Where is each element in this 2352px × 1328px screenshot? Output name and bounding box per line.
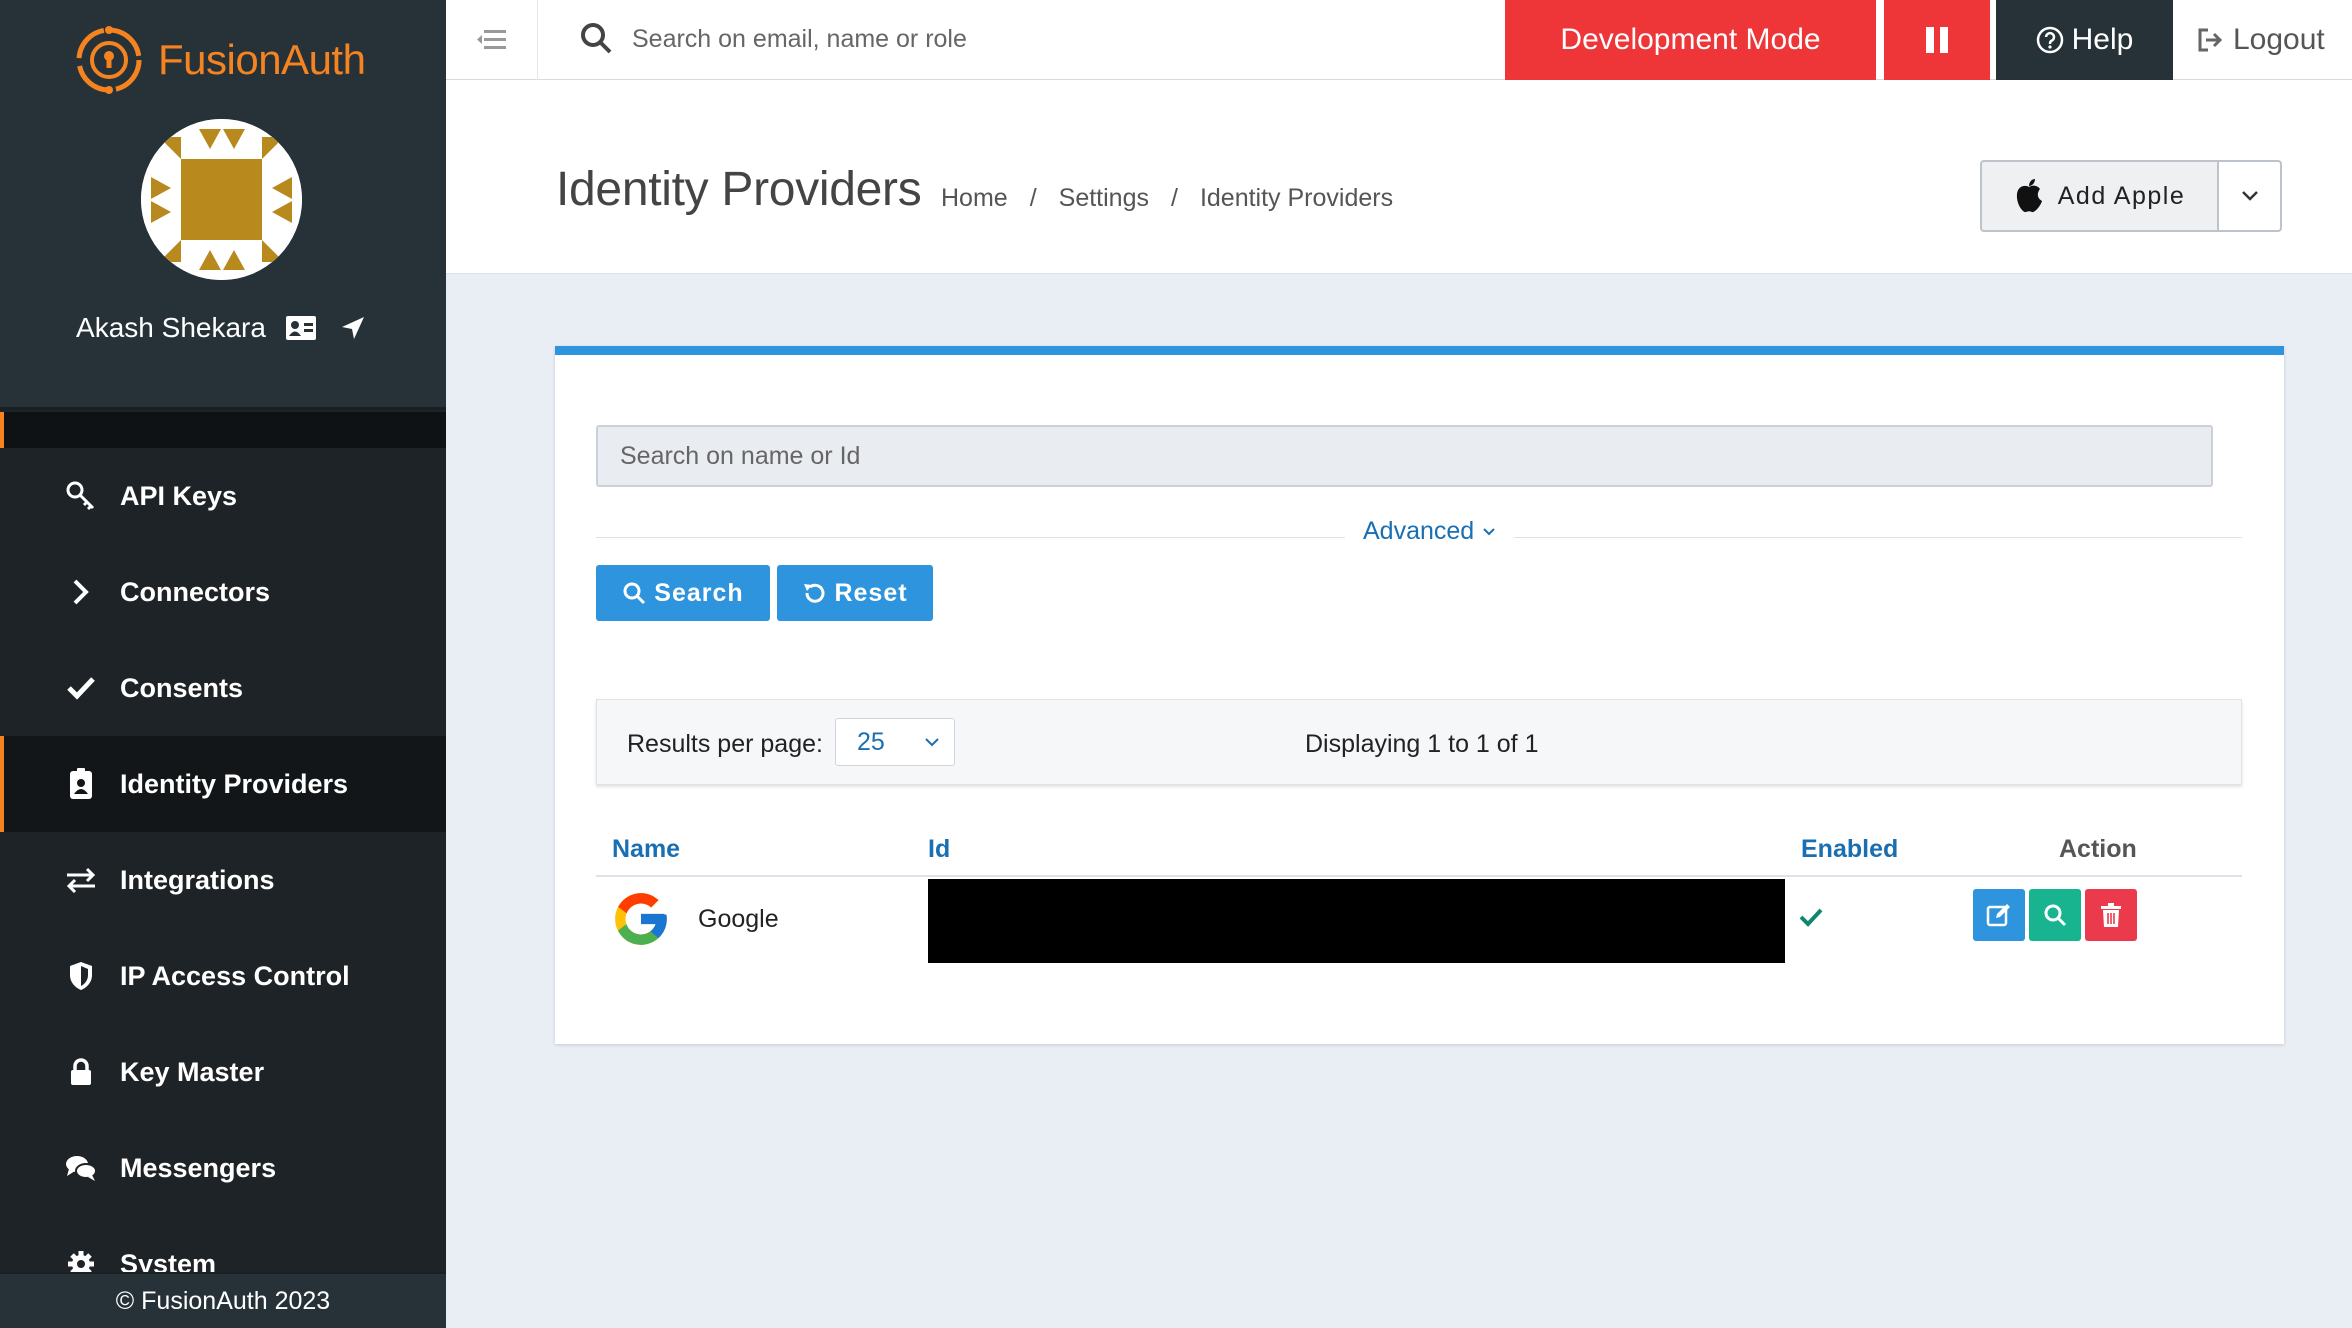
- chevron-down-icon: [925, 738, 939, 747]
- breadcrumb-separator: /: [1170, 184, 1178, 212]
- delete-button[interactable]: [2085, 889, 2137, 941]
- page-header: Identity Providers Home / Settings / Ide…: [446, 80, 2352, 274]
- breadcrumb: Home / Settings / Identity Providers: [941, 184, 1393, 213]
- sidebar-item-messengers[interactable]: Messengers: [0, 1120, 446, 1216]
- chevron-down-icon: [1483, 527, 1495, 535]
- chevron-right-icon: [64, 575, 98, 609]
- enabled-check-icon: [1799, 908, 1823, 927]
- sidebar-header: FusionAuth Akash Shekara: [0, 0, 446, 410]
- edit-button[interactable]: [1973, 889, 2025, 941]
- key-icon: [64, 479, 98, 513]
- reset-button-label: Reset: [834, 578, 908, 607]
- sidebar-item-label: Identity Providers: [120, 768, 349, 799]
- help-button[interactable]: Help: [1996, 0, 2173, 80]
- provider-id-redacted: [928, 879, 1785, 963]
- comments-icon: [64, 1151, 98, 1185]
- sidebar-item-label: API Keys: [120, 480, 238, 511]
- avatar-image: [141, 119, 302, 280]
- breadcrumb-current: Identity Providers: [1199, 184, 1394, 212]
- chevron-down-icon: [2241, 191, 2258, 201]
- avatar[interactable]: [141, 119, 302, 280]
- sidebar-item-consents[interactable]: Consents: [0, 640, 446, 736]
- global-search-input[interactable]: [632, 14, 1232, 64]
- pause-icon: [1926, 27, 1934, 53]
- provider-search-input[interactable]: [596, 425, 2213, 487]
- sidebar-item-integrations[interactable]: Integrations: [0, 832, 446, 928]
- location-arrow-icon[interactable]: [336, 313, 370, 343]
- results-bar: Results per page: 25 Displaying 1 to 1 o…: [596, 699, 2242, 785]
- question-circle-icon: [2036, 26, 2063, 54]
- add-apple-button[interactable]: Add Apple: [1982, 162, 2219, 230]
- displaying-count: Displaying 1 to 1 of 1: [1305, 730, 1539, 758]
- search-button[interactable]: Search: [596, 565, 770, 621]
- sidebar-item-ip-access-control[interactable]: IP Access Control: [0, 928, 446, 1024]
- help-label: Help: [2071, 23, 2134, 56]
- lock-icon: [64, 1055, 98, 1089]
- reset-button[interactable]: Reset: [777, 565, 933, 621]
- menu-icon: [476, 30, 506, 49]
- undo-icon: [804, 583, 825, 603]
- menu-toggle-button[interactable]: [446, 0, 538, 80]
- search-icon: [581, 23, 612, 54]
- breadcrumb-separator: /: [1029, 184, 1037, 212]
- sidebar-nav: API Keys Connectors Consents Identity Pr…: [0, 448, 446, 1312]
- fusionauth-logo-icon: [76, 26, 142, 94]
- sidebar-item-identity-providers[interactable]: Identity Providers: [0, 736, 446, 832]
- search-icon: [2044, 904, 2067, 927]
- sidebar-item-label: IP Access Control: [120, 960, 350, 991]
- logout-button[interactable]: Logout: [2173, 0, 2352, 80]
- add-provider-dropdown-toggle[interactable]: [2219, 162, 2280, 230]
- sidebar-item-label: Consents: [120, 672, 244, 703]
- sidebar-scrolled-edge: [0, 412, 446, 448]
- sidebar-item-label: Integrations: [120, 864, 275, 895]
- user-row: Akash Shekara: [0, 306, 446, 350]
- page-title: Identity Providers: [556, 163, 922, 216]
- check-icon: [64, 671, 98, 705]
- exchange-icon: [64, 863, 98, 897]
- shield-icon: [64, 959, 98, 993]
- topbar: Development Mode Help Logout: [446, 0, 2352, 80]
- google-logo-icon: [615, 893, 667, 945]
- view-button[interactable]: [2029, 889, 2081, 941]
- brand-name: FusionAuth: [158, 36, 366, 83]
- column-header-id[interactable]: Id: [928, 835, 950, 864]
- sidebar-item-key-master[interactable]: Key Master: [0, 1024, 446, 1120]
- identity-providers-panel: Advanced Search Reset Results per page: …: [555, 346, 2284, 1044]
- provider-name: Google: [698, 905, 779, 933]
- add-apple-label: Add Apple: [2057, 181, 2186, 210]
- sidebar-item-label: Connectors: [120, 576, 271, 607]
- search-button-label: Search: [654, 578, 744, 607]
- add-provider-button-group: Add Apple: [1980, 160, 2282, 232]
- sidebar: FusionAuth Akash Shekara API Keys Connec…: [0, 0, 446, 1328]
- search-icon: [623, 582, 646, 605]
- id-badge-icon: [64, 767, 98, 801]
- sidebar-footer: © FusionAuth 2023: [0, 1272, 446, 1328]
- column-header-name[interactable]: Name: [612, 835, 680, 864]
- apple-icon: [2016, 179, 2042, 213]
- id-card-icon[interactable]: [284, 313, 318, 343]
- advanced-toggle[interactable]: Advanced: [1345, 517, 1515, 546]
- edit-icon: [1986, 904, 2010, 927]
- trash-icon: [2101, 903, 2121, 927]
- development-mode-badge[interactable]: Development Mode: [1505, 0, 1876, 80]
- results-per-page-label: Results per page:: [627, 730, 823, 758]
- advanced-label: Advanced: [1363, 517, 1475, 545]
- sidebar-item-label: Messengers: [120, 1152, 277, 1183]
- sidebar-item-connectors[interactable]: Connectors: [0, 544, 446, 640]
- user-name: Akash Shekara: [76, 312, 266, 343]
- breadcrumb-home[interactable]: Home: [941, 184, 1008, 213]
- sign-out-icon: [2198, 28, 2223, 52]
- sidebar-item-label: Key Master: [120, 1056, 265, 1087]
- results-per-page-value: 25: [857, 727, 885, 756]
- brand[interactable]: FusionAuth: [74, 22, 366, 98]
- breadcrumb-settings[interactable]: Settings: [1059, 184, 1149, 213]
- sidebar-item-api-keys[interactable]: API Keys: [0, 448, 446, 544]
- column-header-action: Action: [2059, 835, 2137, 863]
- pause-button[interactable]: [1884, 0, 1990, 80]
- results-per-page-select[interactable]: 25: [835, 718, 955, 766]
- column-header-enabled[interactable]: Enabled: [1801, 835, 1898, 864]
- logout-label: Logout: [2233, 23, 2325, 56]
- table-row: Google: [596, 877, 2242, 963]
